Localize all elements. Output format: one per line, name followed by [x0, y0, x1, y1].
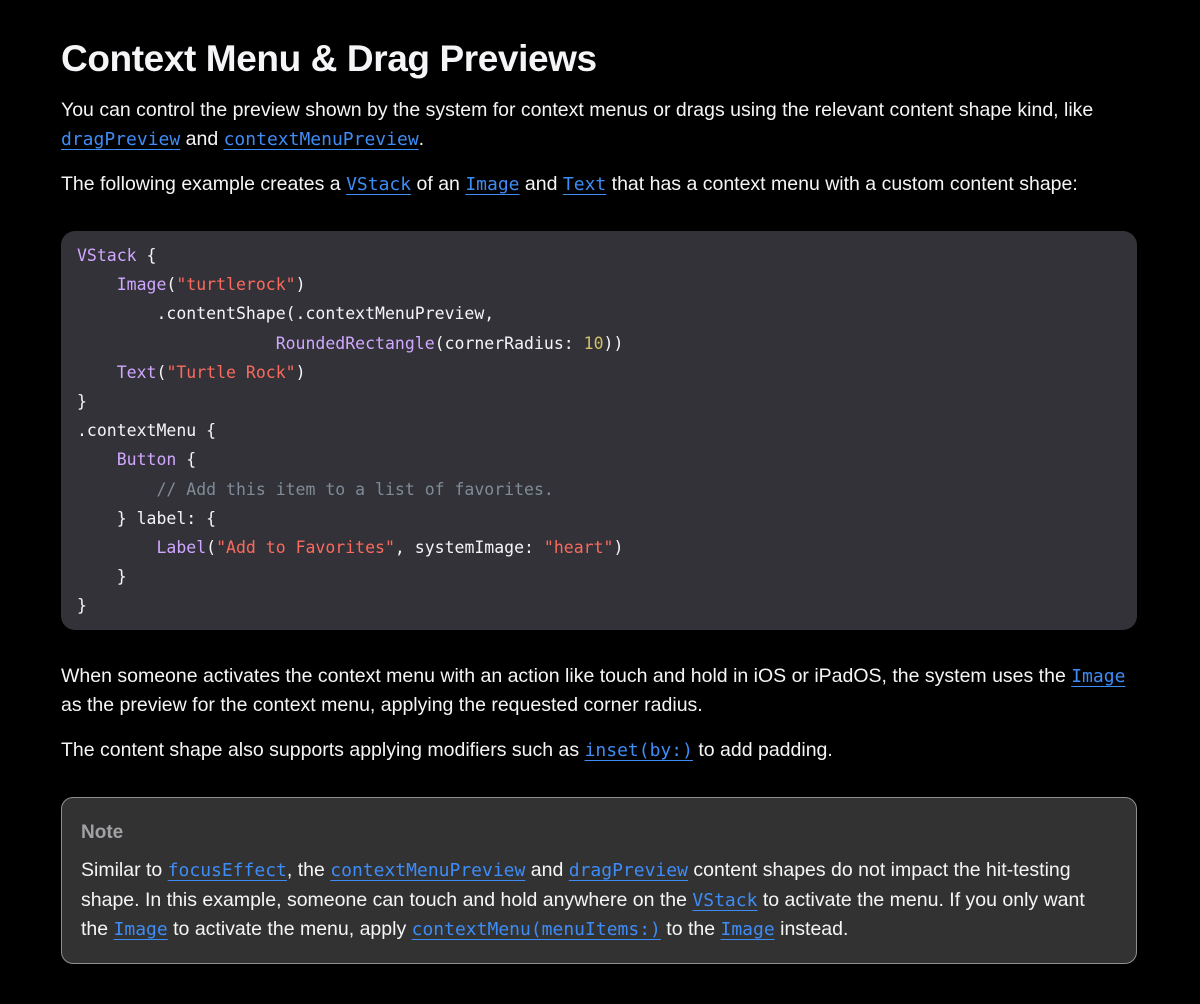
preview-paragraph: When someone activates the context menu … — [61, 662, 1137, 720]
modifiers-text-1: The content shape also supports applying… — [61, 739, 585, 761]
code-line: } label: { — [77, 504, 1121, 533]
drag-preview-link[interactable]: dragPreview — [569, 860, 688, 881]
modifiers-paragraph: The content shape also supports applying… — [61, 736, 1137, 765]
code-token: .contextMenu { — [77, 421, 217, 441]
code-line: } — [77, 387, 1121, 416]
code-line: VStack { — [77, 241, 1121, 270]
code-token: ) — [295, 275, 306, 295]
code-token: ) — [295, 362, 306, 382]
image-link[interactable]: Image — [721, 919, 775, 940]
image-link[interactable]: Image — [114, 919, 168, 940]
code-line: Image("turtlerock") — [77, 270, 1121, 299]
code-token: (cornerRadius: — [434, 333, 584, 353]
note-text: , the — [286, 859, 331, 881]
modifiers-text-2: to add padding. — [692, 739, 833, 761]
focus-effect-link[interactable]: focusEffect — [168, 860, 287, 881]
intro-text-3: . — [418, 128, 425, 150]
code-token: ) — [613, 537, 624, 557]
code-line: RoundedRectangle(cornerRadius: 10)) — [77, 329, 1121, 358]
code-token: 10 — [583, 333, 604, 353]
intro-text-1: You can control the preview shown by the… — [61, 99, 1094, 121]
code-token: "turtlerock" — [176, 275, 296, 295]
code-token: ( — [156, 362, 167, 382]
note-title: Note — [81, 822, 124, 843]
drag-preview-link[interactable]: dragPreview — [61, 129, 180, 150]
note-body: Similar to focusEffect, the contextMenuP… — [81, 856, 1117, 945]
code-line: } — [77, 562, 1121, 591]
code-token: "Add to Favorites" — [216, 537, 395, 557]
note-callout: Note Similar to focusEffect, the context… — [61, 797, 1137, 964]
vstack-link[interactable]: VStack — [692, 890, 757, 911]
code-token: ( — [166, 275, 177, 295]
note-text: Similar to — [81, 859, 168, 881]
code-token: "Turtle Rock" — [166, 362, 296, 382]
code-token: } — [116, 567, 127, 587]
text-link[interactable]: Text — [563, 174, 606, 195]
code-line: Text("Turtle Rock") — [77, 358, 1121, 387]
code-token: Text — [116, 362, 157, 382]
code-token: )) — [603, 333, 624, 353]
code-token: "heart" — [543, 537, 614, 557]
code-token: RoundedRectangle — [275, 333, 435, 353]
preview-text-2: as the preview for the context menu, app… — [61, 694, 703, 716]
image-link[interactable]: Image — [1071, 666, 1125, 687]
code-token: VStack — [77, 246, 137, 265]
code-token: ( — [206, 537, 217, 557]
code-token: Button — [116, 450, 177, 470]
intro-paragraph: You can control the preview shown by the… — [61, 96, 1137, 154]
code-line: Label("Add to Favorites", systemImage: "… — [77, 533, 1121, 562]
code-comment: // Add this item to a list of favorites. — [156, 479, 554, 499]
code-token: } — [77, 596, 87, 616]
vstack-link[interactable]: VStack — [346, 174, 411, 195]
code-line: .contextMenu { — [77, 416, 1121, 445]
code-token: { — [136, 246, 157, 265]
code-line: .contentShape(.contextMenuPreview, — [77, 299, 1121, 328]
context-menu-preview-link[interactable]: contextMenuPreview — [330, 860, 525, 881]
context-menu-preview-link[interactable]: contextMenuPreview — [224, 129, 419, 150]
code-listing: VStack { Image("turtlerock") .contentSha… — [61, 231, 1137, 630]
image-link[interactable]: Image — [465, 174, 519, 195]
preview-text-1: When someone activates the context menu … — [61, 665, 1072, 687]
code-token: , systemImage: — [394, 537, 544, 557]
example-paragraph: The following example creates a VStack o… — [61, 170, 1137, 199]
example-text-3: and — [519, 173, 563, 195]
example-text-1: The following example creates a — [61, 173, 347, 195]
code-token: .contentShape(.contextMenuPreview, — [156, 304, 495, 324]
code-line: } — [77, 591, 1121, 620]
intro-text-2: and — [180, 128, 224, 150]
context-menu-menu-items-link[interactable]: contextMenu(menuItems:) — [412, 919, 661, 940]
page-title: Context Menu & Drag Previews — [61, 38, 597, 79]
code-token: } — [77, 391, 87, 411]
code-token: Image — [116, 275, 167, 295]
example-text-4: that has a context menu with a custom co… — [606, 173, 1078, 195]
code-token: } label: { — [116, 508, 217, 528]
inset-by-link[interactable]: inset(by:) — [585, 740, 693, 761]
code-token: { — [176, 450, 197, 470]
example-text-2: of an — [411, 173, 466, 195]
code-line: // Add this item to a list of favorites. — [77, 475, 1121, 504]
code-line: Button { — [77, 445, 1121, 474]
note-text: and — [525, 859, 569, 881]
code-token: Label — [156, 537, 207, 557]
note-text: to activate the menu, apply — [167, 918, 412, 940]
note-text: to the — [660, 918, 721, 940]
note-text: instead. — [774, 918, 849, 940]
